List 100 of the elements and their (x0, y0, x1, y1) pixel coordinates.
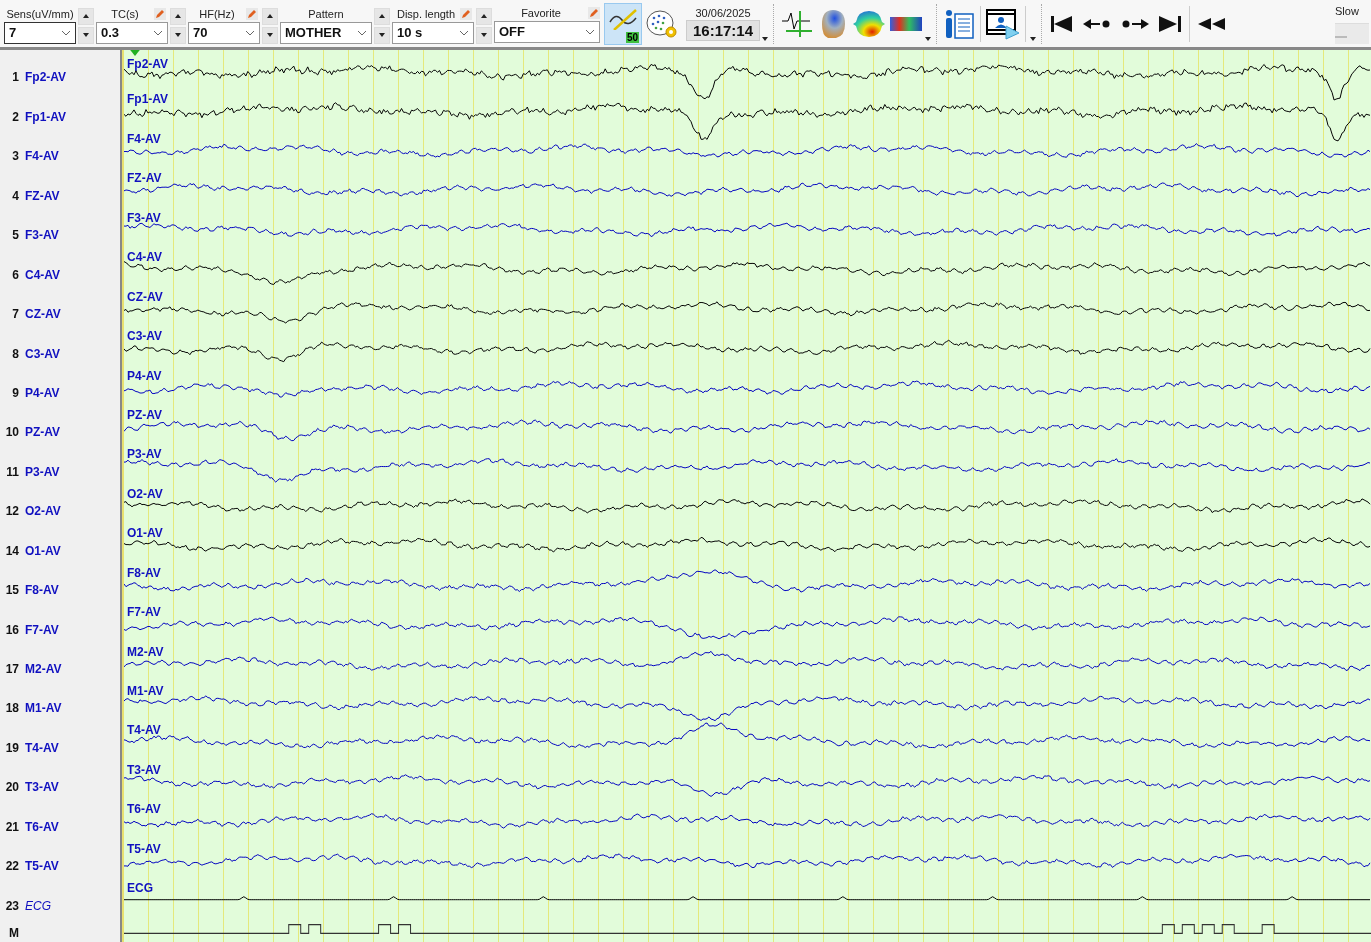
channel-number: 1 (11, 70, 19, 85)
channel-number: 8 (11, 346, 19, 361)
trace-label: O1-AV (127, 526, 163, 541)
time-display[interactable]: 16:17:14 (686, 19, 761, 41)
channel-name[interactable]: T3-AV (25, 780, 59, 795)
channel-name[interactable]: C4-AV (25, 267, 61, 282)
spin-down-button[interactable] (170, 26, 186, 44)
up-triangle-icon (267, 14, 273, 18)
skip-to-start-icon[interactable] (1051, 15, 1074, 32)
marker-row-label: M (8, 925, 19, 940)
wave-slash-icon (608, 7, 638, 30)
spin-down-button[interactable] (262, 26, 278, 44)
channel-name[interactable]: FZ-AV (25, 188, 60, 203)
trace-label: Fp1-AV (127, 92, 169, 107)
dropdown-arrow-icon[interactable] (925, 37, 932, 41)
channel-name[interactable]: O2-AV (25, 504, 61, 519)
trace-label: M2-AV (127, 644, 164, 659)
channel-number: 10 (4, 425, 19, 440)
channel-name[interactable]: F7-AV (25, 622, 59, 637)
topographic-map-icon[interactable] (852, 8, 887, 39)
channel-name[interactable]: F8-AV (25, 583, 59, 598)
trace-label: C4-AV (127, 250, 163, 265)
channel-number: 21 (4, 819, 19, 834)
field-label: Sens(uV/mm) (6, 7, 74, 20)
channel-name[interactable]: T5-AV (25, 859, 59, 874)
waveform-cursor-icon[interactable] (780, 8, 815, 39)
skip-to-end-icon[interactable] (1159, 15, 1182, 32)
channel-number: 2 (11, 109, 19, 124)
pencil-icon[interactable] (154, 7, 166, 20)
spin-up-button[interactable] (78, 7, 94, 25)
spin-down-button[interactable] (374, 26, 390, 44)
trace-label: T4-AV (127, 723, 161, 738)
spin-up-button[interactable] (476, 7, 492, 25)
trace-label: T5-AV (127, 841, 161, 856)
spectrogram-icon[interactable] (890, 16, 923, 31)
channel-name[interactable]: P4-AV (25, 385, 60, 400)
channel-number: 20 (4, 780, 19, 795)
step-back-icon[interactable] (1083, 18, 1112, 29)
trace-label: P3-AV (127, 447, 162, 462)
value-dropdown[interactable]: MOTHER (280, 21, 372, 44)
chevron-icon (459, 29, 469, 36)
field-label: Favorite (521, 6, 561, 19)
trace-label: ECG (127, 881, 153, 896)
channel-name[interactable]: C3-AV (25, 346, 61, 361)
chevron-icon (61, 29, 71, 36)
patient-info-icon[interactable] (943, 7, 976, 40)
notch-filter-button[interactable]: 50 (604, 2, 642, 45)
channel-number: 12 (4, 504, 19, 519)
channel-name[interactable]: F4-AV (25, 149, 59, 164)
channel-number: 6 (11, 267, 19, 282)
rewind-icon[interactable] (1198, 17, 1227, 30)
pencil-icon[interactable] (588, 6, 600, 19)
channel-number: 18 (4, 701, 19, 716)
dropdown-arrow-icon[interactable] (762, 37, 769, 41)
channel-name[interactable]: CZ-AV (25, 307, 61, 322)
spin-down-button[interactable] (78, 26, 94, 44)
spin-up-button[interactable] (170, 7, 186, 25)
channel-name[interactable]: T4-AV (25, 740, 59, 755)
trace-label: M1-AV (127, 684, 164, 698)
down-triangle-icon (379, 33, 385, 37)
channel-name[interactable]: Fp2-AV (25, 70, 67, 85)
channel-number: 16 (4, 622, 19, 637)
trace-label: T3-AV (127, 762, 161, 777)
value-dropdown[interactable]: 10 s (392, 21, 474, 44)
down-triangle-icon (175, 33, 181, 37)
channel-name[interactable]: M2-AV (25, 662, 62, 676)
field-label: TC(s) (111, 7, 139, 20)
channel-name[interactable]: PZ-AV (25, 425, 61, 440)
speed-slider[interactable] (1335, 23, 1369, 44)
channel-name[interactable]: O1-AV (25, 543, 61, 558)
down-triangle-icon (83, 33, 89, 37)
value-dropdown[interactable]: 0.3 (96, 21, 168, 44)
pencil-icon[interactable] (460, 7, 472, 20)
channel-name[interactable]: Fp1-AV (25, 109, 67, 124)
channel-number: 11 (5, 464, 19, 479)
spin-down-button[interactable] (476, 26, 492, 44)
value-dropdown[interactable]: 70 (188, 21, 260, 44)
field-label: Pattern (308, 7, 344, 20)
channel-number: 19 (4, 740, 19, 755)
spin-up-button[interactable] (262, 7, 278, 25)
value-dropdown[interactable]: OFF (494, 20, 600, 43)
speed-label: Slow (1335, 5, 1360, 17)
chevron-icon (357, 29, 367, 36)
pencil-icon[interactable] (246, 7, 258, 20)
dropdown-arrow-icon[interactable] (1030, 37, 1037, 41)
step-forward-icon[interactable] (1121, 18, 1150, 29)
channel-number: 22 (4, 859, 19, 874)
electrode-settings-icon[interactable] (645, 8, 679, 39)
channel-number: 17 (4, 662, 19, 676)
channel-name[interactable]: ECG (25, 898, 51, 913)
channel-name[interactable]: P3-AV (25, 464, 60, 479)
channel-name[interactable]: F3-AV (25, 228, 59, 243)
channel-name[interactable]: T6-AV (25, 819, 59, 834)
video-play-icon[interactable] (986, 7, 1021, 40)
channel-number: 7 (11, 307, 19, 322)
value-dropdown[interactable]: 7 (4, 21, 76, 44)
down-triangle-icon (267, 33, 273, 37)
spin-up-button[interactable] (374, 7, 390, 25)
trace-label: C3-AV (127, 329, 163, 344)
channel-name[interactable]: M1-AV (25, 701, 62, 716)
